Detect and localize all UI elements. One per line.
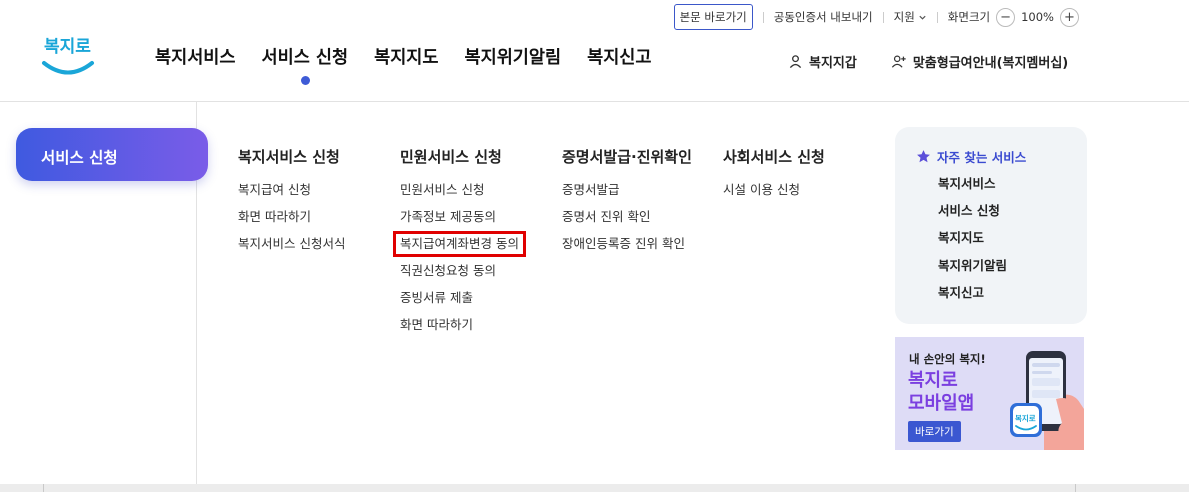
menu-item[interactable]: 직권신청요청 동의 [400,263,521,290]
menu-item-label: 증빙서류 제출 [400,290,473,305]
menu-item-label: 직권신청요청 동의 [400,263,496,278]
welfare-wallet-link[interactable]: 복지지갑 [788,52,857,71]
zoom-in-button[interactable]: + [1060,7,1079,27]
menu-item-label: 복지급여 신청 [238,182,311,197]
gnb-label: 복지지도 [374,48,439,68]
support-label: 지원 [893,10,915,24]
menu-item[interactable]: 시설 이용 신청 [723,182,825,209]
favorite-item[interactable]: 서비스 신청 [938,203,1087,230]
header-divider [0,101,1189,102]
banner-title: 복지로 모바일앱 [908,369,974,415]
star-icon [917,150,930,163]
favorite-item[interactable]: 복지위기알림 [938,258,1087,285]
banner-title-line1: 복지로 [908,370,958,391]
screen-zoom-control: 화면크기 − 100% + [947,7,1079,27]
menu-item-label: 화면 따라하기 [238,209,311,224]
gnb-service-application[interactable]: 서비스 신청 [261,44,349,85]
gnb-welfare-report[interactable]: 복지신고 [587,44,651,69]
favorite-services-box: 자주 찾는 서비스 복지서비스 서비스 신청 복지지도 복지위기알림 복지신고 [895,127,1087,324]
gnb-label: 복지신고 [587,48,652,68]
footer-divider [43,484,44,492]
favorite-services-title: 자주 찾는 서비스 [916,147,1087,166]
menu-item[interactable]: 가족정보 제공동의 [400,209,521,236]
footer-divider [1075,484,1076,492]
divider [882,11,884,23]
menu-item-label: 시설 이용 신청 [723,182,800,197]
menu-item-label: 장애인등록증 진위 확인 [562,236,685,251]
active-indicator-dot [300,76,310,85]
utility-bar: 본문 바로가기 공동인증서 내보내기 지원 화면크기 − 100% + [673,4,1079,30]
menu-item[interactable]: 화면 따라하기 [400,317,521,344]
user-add-icon [891,55,906,68]
gnb-crisis-alert[interactable]: 복지위기알림 [465,44,562,69]
gnb-label: 복지위기알림 [464,48,562,68]
menu-column-civil-application: 민원서비스 신청 민원서비스 신청 가족정보 제공동의 복지급여계좌변경 동의 … [393,146,526,344]
divider [762,11,764,23]
screen-size-label: 화면크기 [947,10,991,24]
menu-item-label: 가족정보 제공동의 [400,209,496,224]
zoom-out-button[interactable]: − [996,7,1016,27]
welfare-wallet-label: 복지지갑 [809,56,857,71]
favorite-item[interactable]: 복지서비스 [938,176,1087,203]
divider [936,11,938,23]
phone-in-hand-icon: 복지로 [1010,351,1084,450]
cert-export-link[interactable]: 공동인증서 내보내기 [774,9,873,25]
gnb-welfare-map[interactable]: 복지지도 [374,44,438,69]
menu-item-highlighted[interactable]: 복지급여계좌변경 동의 [393,231,526,263]
menu-item[interactable]: 화면 따라하기 [238,209,345,236]
membership-label: 맞춤형급여안내(복지멤버십) [912,56,1069,71]
menu-item-label: 증명서발급 [562,182,620,197]
menu-item-label: 복지서비스 신청서식 [238,236,346,251]
bokjiro-logo-icon: 복지로 [42,37,94,75]
mobile-app-banner[interactable]: 내 손안의 복지! 복지로 모바일앱 바로가기 복지로 [895,337,1084,450]
menu-item-label: 증명서 진위 확인 [562,209,651,224]
banner-go-button[interactable]: 바로가기 [908,421,961,442]
membership-link[interactable]: 맞춤형급여안내(복지멤버십) [891,52,1068,71]
menu-item[interactable]: 민원서비스 신청 [400,182,521,209]
skip-to-content-link[interactable]: 본문 바로가기 [673,4,753,30]
bokjiro-logo[interactable]: 복지로 [40,30,96,80]
user-icon [789,55,802,69]
logo-text: 복지로 [44,37,91,57]
menu-item-label: 화면 따라하기 [400,317,473,332]
menu-column-social-service: 사회서비스 신청 시설 이용 신청 [723,146,825,209]
chevron-down-icon [919,15,926,20]
gnb-label: 서비스 신청 [261,48,349,68]
menu-column-title: 복지서비스 신청 [238,148,340,166]
menu-item-label: 복지급여계좌변경 동의 [393,231,526,257]
menu-column-title: 사회서비스 신청 [723,148,825,166]
favorite-item[interactable]: 복지지도 [938,230,1087,257]
menu-item[interactable]: 복지서비스 신청서식 [238,236,345,263]
footer-strip [0,484,1189,492]
menu-item[interactable]: 장애인등록증 진위 확인 [562,236,692,263]
menu-item-label: 민원서비스 신청 [400,182,485,197]
menu-column-welfare-application: 복지서비스 신청 복지급여 신청 화면 따라하기 복지서비스 신청서식 [238,146,345,263]
favorite-item[interactable]: 복지신고 [938,285,1087,312]
banner-tagline: 내 손안의 복지! [909,352,986,366]
side-menu-service-application[interactable]: 서비스 신청 [16,128,208,181]
app-icon-text: 복지로 [1015,413,1036,423]
zoom-value: 100% [1021,10,1054,24]
menu-item[interactable]: 증명서발급 [562,182,692,209]
main-navigation: 복지서비스 서비스 신청 복지지도 복지위기알림 복지신고 [155,44,652,85]
menu-column-title: 증명서발급·진위확인 [562,148,692,166]
menu-item[interactable]: 증빙서류 제출 [400,290,521,317]
gnb-label: 복지서비스 [155,48,236,68]
favorite-services-label: 자주 찾는 서비스 [937,150,1027,165]
support-dropdown[interactable]: 지원 [894,9,927,25]
gnb-welfare-services[interactable]: 복지서비스 [155,44,236,69]
page: 본문 바로가기 공동인증서 내보내기 지원 화면크기 − 100% + 복지로 … [0,0,1189,492]
header-right-links: 복지지갑 맞춤형급여안내(복지멤버십) [788,52,1068,71]
menu-column-certificate: 증명서발급·진위확인 증명서발급 증명서 진위 확인 장애인등록증 진위 확인 [562,146,692,263]
menu-column-title: 민원서비스 신청 [400,148,502,166]
banner-title-line2: 모바일앱 [908,393,975,414]
menu-item[interactable]: 복지급여 신청 [238,182,345,209]
menu-item[interactable]: 증명서 진위 확인 [562,209,692,236]
